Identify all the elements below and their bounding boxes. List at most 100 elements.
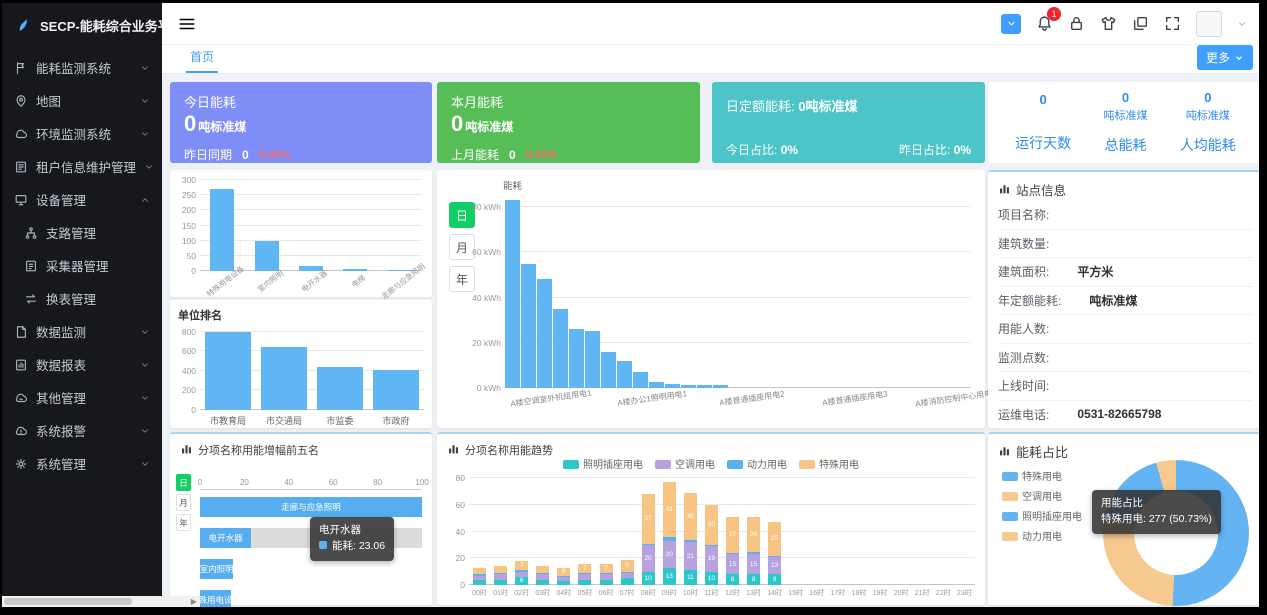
stack-segment[interactable] — [515, 570, 528, 571]
stack-segment[interactable]: 8 — [726, 574, 739, 585]
notification-bell-icon[interactable]: 1 — [1036, 15, 1053, 32]
bar[interactable] — [210, 189, 234, 271]
stack-segment[interactable]: 6 — [515, 577, 528, 585]
stack-segment[interactable]: 20 — [642, 545, 655, 572]
stack-segment[interactable] — [473, 568, 486, 575]
stack-segment[interactable]: 7 — [515, 561, 528, 570]
toggle-年[interactable]: 年 — [176, 514, 191, 531]
bar[interactable] — [537, 279, 552, 388]
stack-segment[interactable]: 25 — [768, 522, 781, 555]
stack-segment[interactable] — [747, 552, 760, 555]
stack-segment[interactable]: 15 — [747, 554, 760, 574]
legend-item-空调用电[interactable]: 空调用电 — [1002, 488, 1082, 503]
bar[interactable] — [569, 329, 584, 388]
stack-segment[interactable] — [557, 581, 570, 585]
sidebar-item-9[interactable]: 系统报警 — [2, 414, 162, 447]
bar[interactable] — [373, 370, 419, 410]
panel-collapse-icon[interactable] — [1001, 14, 1021, 34]
sidebar-item-3[interactable]: 环境监测系统 — [2, 117, 162, 150]
sidebar-item-8[interactable]: 其他管理 — [2, 381, 162, 414]
fullscreen-icon[interactable] — [1164, 15, 1181, 32]
chevron-down-icon[interactable] — [1237, 19, 1247, 29]
tab-home[interactable]: 首页 — [186, 48, 218, 73]
user-avatar[interactable] — [1196, 11, 1222, 37]
stack-segment[interactable]: 20 — [663, 541, 676, 568]
stack-segment[interactable]: 27 — [726, 517, 739, 553]
stack-segment[interactable] — [621, 573, 634, 578]
stack-segment[interactable]: 8 — [747, 574, 760, 585]
toggle-月[interactable]: 月 — [449, 234, 475, 260]
legend-item-空调用电[interactable]: 空调用电 — [655, 456, 715, 471]
stack-segment[interactable] — [705, 545, 718, 546]
legend-item-照明插座用电[interactable]: 照明插座用电 — [1002, 508, 1082, 523]
stack-segment[interactable] — [473, 580, 486, 585]
sidebar-item-10[interactable]: 系统管理 — [2, 447, 162, 480]
stack-segment[interactable]: 13 — [663, 568, 676, 585]
stack-segment[interactable] — [473, 576, 486, 580]
stack-segment[interactable]: 7 — [578, 564, 591, 573]
legend-item-动力用电[interactable]: 动力用电 — [727, 456, 787, 471]
stack-segment[interactable] — [536, 566, 549, 573]
legend-item-动力用电[interactable]: 动力用电 — [1002, 528, 1082, 543]
stack-segment[interactable] — [726, 553, 739, 554]
bar[interactable]: 电开水器 — [200, 528, 251, 548]
stack-segment[interactable] — [600, 574, 613, 579]
bar[interactable] — [521, 264, 536, 388]
stack-segment[interactable] — [621, 578, 634, 585]
stack-segment[interactable]: 35 — [684, 493, 697, 540]
stack-segment[interactable] — [494, 573, 507, 574]
bar[interactable] — [713, 385, 728, 388]
sidebar-subitem-采集器管理[interactable]: 采集器管理 — [2, 249, 162, 282]
bar[interactable]: 特殊用电设备 — [200, 590, 231, 607]
bar[interactable] — [665, 384, 680, 388]
stack-segment[interactable] — [621, 572, 634, 573]
sidebar-subitem-换表管理[interactable]: 换表管理 — [2, 282, 162, 315]
stack-segment[interactable] — [578, 580, 591, 585]
stack-segment[interactable] — [578, 574, 591, 579]
bar[interactable] — [553, 309, 568, 388]
legend-item-特殊用电[interactable]: 特殊用电 — [799, 456, 859, 471]
stack-segment[interactable]: 37 — [642, 494, 655, 543]
legend-item-特殊用电[interactable]: 特殊用电 — [1002, 468, 1082, 483]
stack-segment[interactable] — [473, 574, 486, 575]
toggle-月[interactable]: 月 — [176, 494, 191, 511]
sidebar-item-4[interactable]: 租户信息维护管理 — [2, 150, 162, 183]
stack-segment[interactable] — [684, 540, 697, 543]
sidebar-item-5[interactable]: 设备管理 — [2, 183, 162, 216]
sidebar-item-7[interactable]: 数据报表 — [2, 348, 162, 381]
lock-icon[interactable] — [1068, 15, 1085, 32]
stack-segment[interactable]: 9 — [621, 560, 634, 572]
stack-segment[interactable] — [536, 574, 549, 579]
horizontal-scrollbar[interactable]: ▶ — [2, 596, 200, 607]
stack-segment[interactable]: 10 — [705, 572, 718, 585]
legend-item-照明插座用电[interactable]: 照明插座用电 — [563, 456, 643, 471]
stack-segment[interactable] — [557, 577, 570, 581]
bar[interactable] — [585, 331, 600, 388]
bar[interactable] — [317, 367, 363, 410]
toggle-年[interactable]: 年 — [449, 266, 475, 292]
bar[interactable] — [697, 385, 712, 388]
sidebar-subitem-支路管理[interactable]: 支路管理 — [2, 216, 162, 249]
stack-segment[interactable]: 8 — [768, 574, 781, 585]
bar[interactable] — [649, 382, 664, 388]
stack-segment[interactable]: 7 — [600, 564, 613, 573]
stack-segment[interactable]: 19 — [705, 546, 718, 571]
sidebar-item-1[interactable]: 能耗监测系统 — [2, 51, 162, 84]
stack-segment[interactable] — [494, 566, 507, 573]
sidebar-item-6[interactable]: 数据监测 — [2, 315, 162, 348]
bar[interactable] — [505, 200, 520, 388]
stack-segment[interactable] — [536, 580, 549, 585]
stack-segment[interactable]: 13 — [768, 557, 781, 574]
theme-shirt-icon[interactable] — [1100, 15, 1117, 32]
stack-segment[interactable] — [536, 573, 549, 574]
stack-segment[interactable] — [494, 574, 507, 579]
stack-segment[interactable]: 15 — [726, 554, 739, 574]
stack-segment[interactable] — [557, 576, 570, 577]
stack-segment[interactable]: 30 — [705, 505, 718, 545]
stack-segment[interactable]: 21 — [684, 542, 697, 570]
bar[interactable]: 室内照明 — [200, 559, 233, 579]
scrollbar-thumb[interactable] — [4, 598, 132, 605]
scrollbar-arrow-icon[interactable]: ▶ — [191, 597, 197, 606]
bar[interactable] — [261, 347, 307, 410]
bar[interactable]: 走廊与应急照明 — [200, 497, 422, 517]
